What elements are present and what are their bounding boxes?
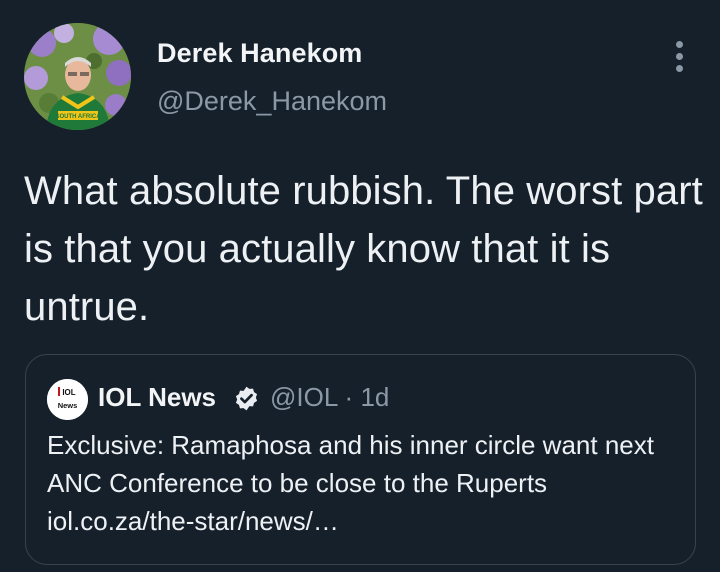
author-handle[interactable]: @Derek_Hanekom <box>157 86 387 117</box>
more-options-button[interactable] <box>666 36 694 76</box>
quoted-tweet-card[interactable]: IOL News IOL News @IOL · 1d Exclusive: R… <box>25 354 696 565</box>
quote-text: Exclusive: Ramaphosa and his inner circl… <box>47 430 654 536</box>
tweet-text: What absolute rubbish. The worst part is… <box>24 169 703 329</box>
verified-badge-icon <box>235 386 258 411</box>
quote-display-name[interactable]: IOL News <box>98 382 216 413</box>
more-vertical-icon-dot <box>676 65 683 72</box>
more-vertical-icon-dot <box>676 53 683 60</box>
author-display-name[interactable]: Derek Hanekom <box>157 38 362 69</box>
tweet-container: SOUTH AFRICA Derek Hanekom @Derek_Haneko… <box>0 0 720 572</box>
quote-handle-time[interactable]: @IOL · 1d <box>270 382 389 413</box>
author-avatar-image: SOUTH AFRICA <box>24 23 131 130</box>
more-vertical-icon-dot <box>676 41 683 48</box>
iol-logo-icon: IOL News <box>47 379 88 420</box>
author-avatar[interactable]: SOUTH AFRICA <box>24 23 131 130</box>
quote-avatar[interactable]: IOL News <box>47 379 88 420</box>
iol-logo-text: IOL <box>62 388 75 397</box>
news-logo-text: News <box>58 401 78 410</box>
shirt-text: SOUTH AFRICA <box>55 114 101 120</box>
